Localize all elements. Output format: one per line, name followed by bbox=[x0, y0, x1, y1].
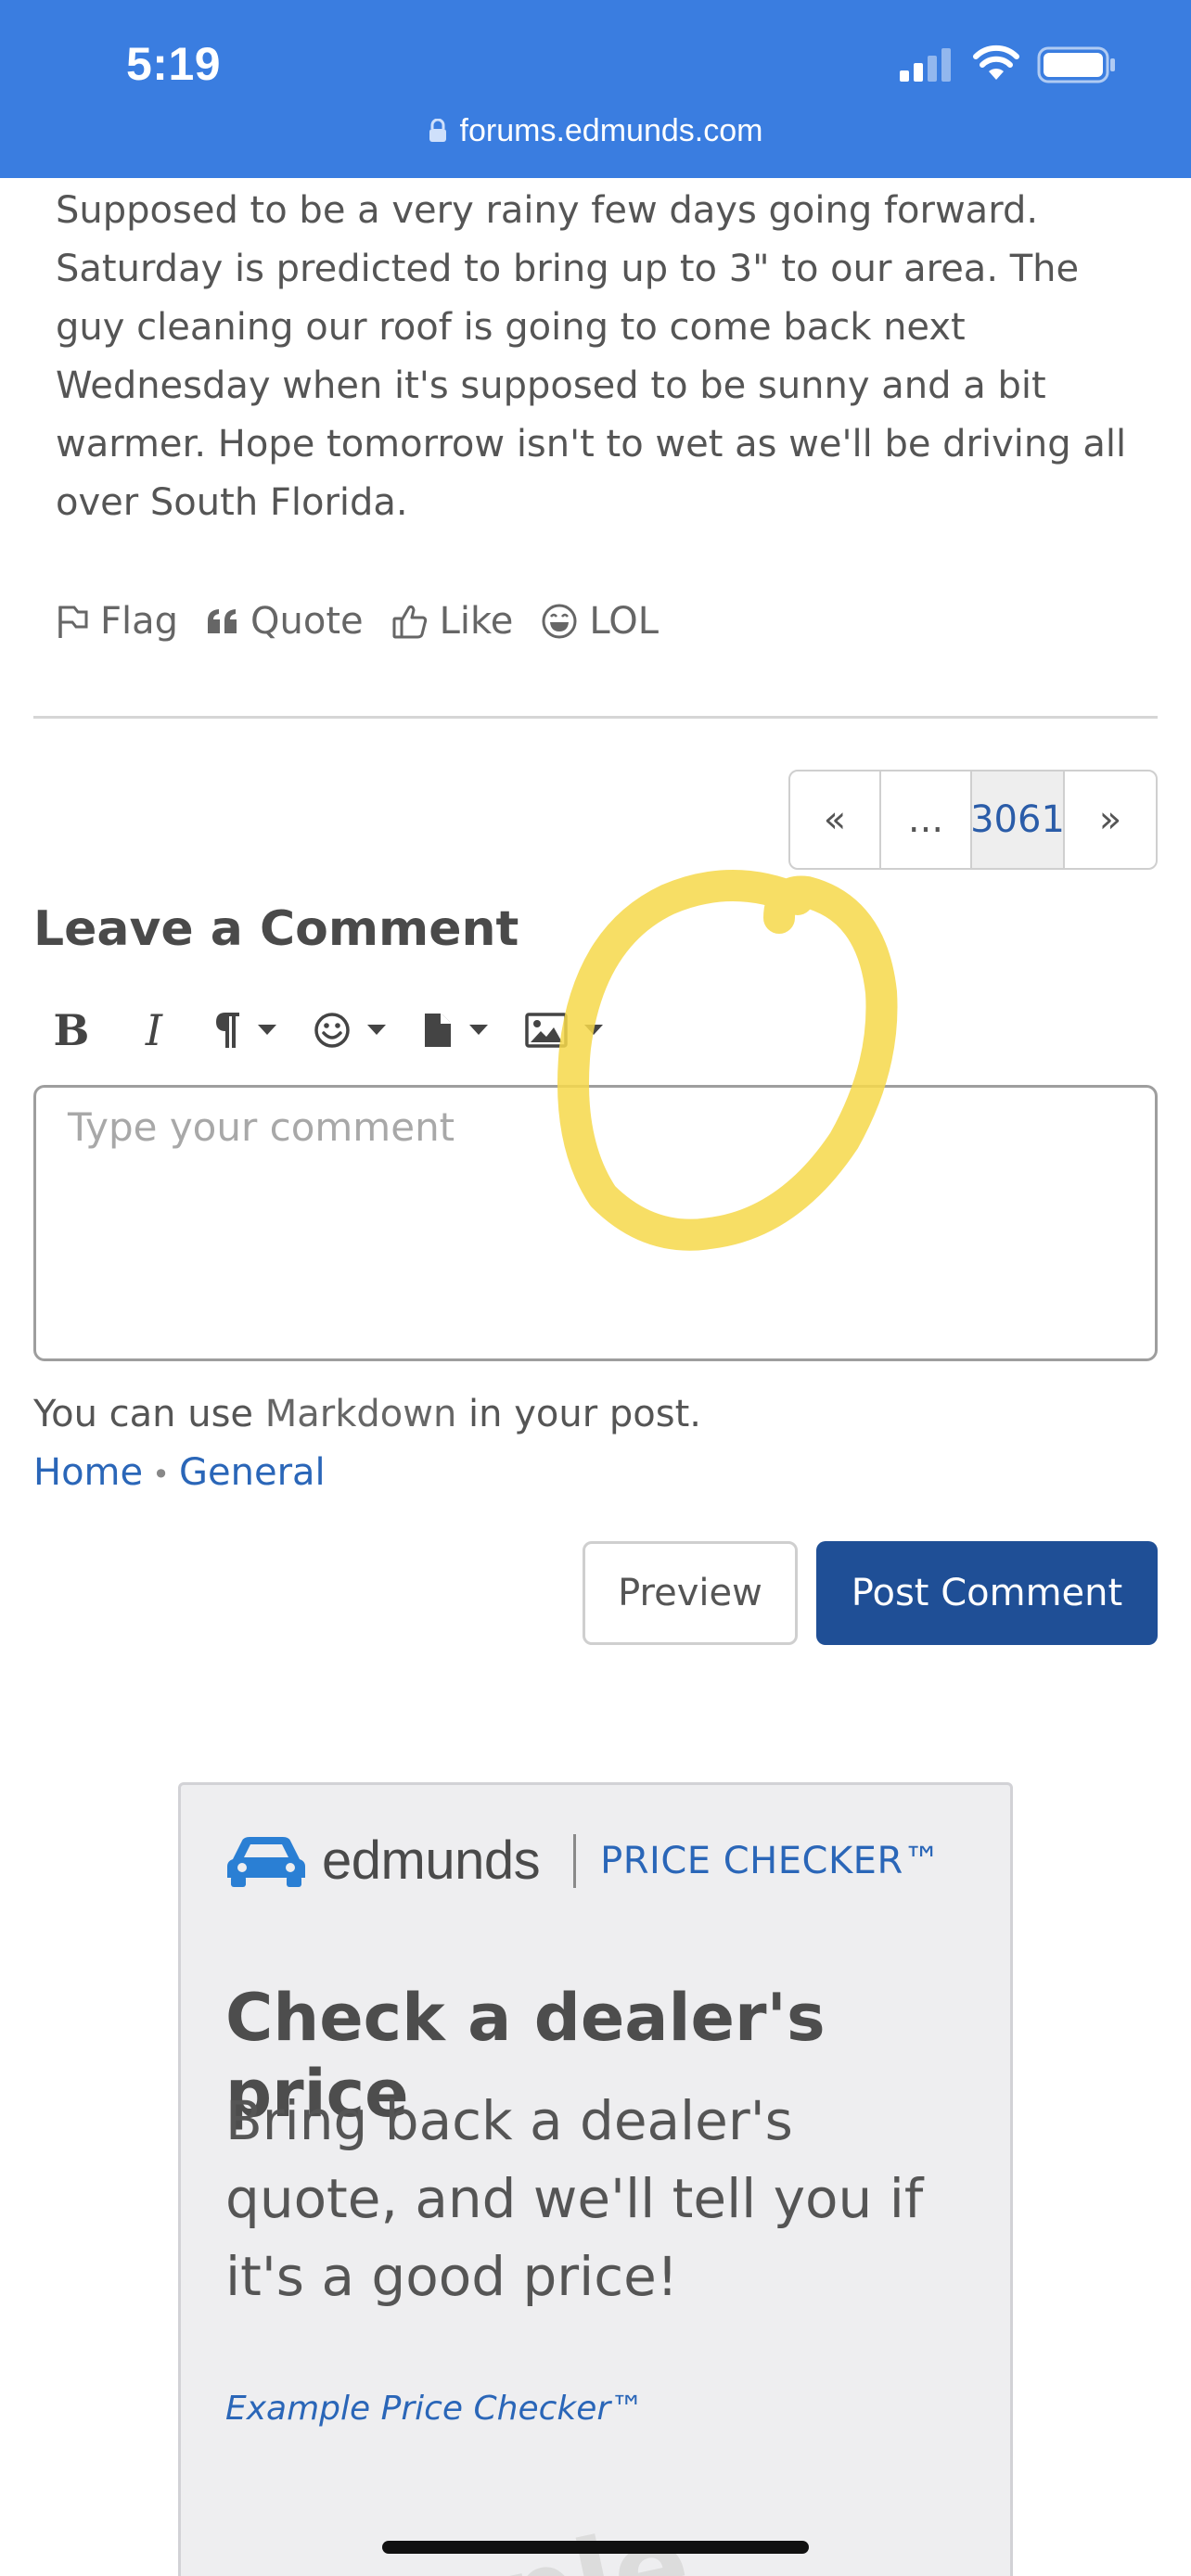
breadcrumb-separator: • bbox=[152, 1457, 170, 1492]
chevron-down-icon bbox=[584, 1025, 603, 1035]
lol-button[interactable]: LOL bbox=[541, 600, 659, 643]
ad-subtext: Bring back a dealer's quote, and we'll t… bbox=[225, 2089, 924, 2308]
pagination: « ... 3061 » bbox=[788, 770, 1158, 870]
paragraph-dropdown[interactable] bbox=[213, 1011, 276, 1050]
preview-button[interactable]: Preview bbox=[583, 1541, 798, 1645]
post-divider bbox=[33, 716, 1158, 719]
prev-page-button[interactable]: « bbox=[790, 772, 881, 868]
comment-input[interactable] bbox=[33, 1085, 1158, 1361]
emoji-dropdown[interactable] bbox=[314, 1012, 386, 1049]
home-indicator[interactable] bbox=[382, 2541, 809, 2554]
status-bar: 5:19 forums.edmunds.com bbox=[0, 0, 1191, 178]
example-price-checker-link[interactable]: Example Price Checker™ bbox=[225, 2390, 644, 2428]
markdown-note-prefix: You can use bbox=[33, 1393, 265, 1435]
ad-product-name: PRICE CHECKER™ bbox=[600, 1839, 941, 1882]
post-body: Supposed to be a very rainy few days goi… bbox=[56, 189, 1127, 524]
italic-button[interactable]: I bbox=[135, 1005, 173, 1055]
signal-icon bbox=[900, 48, 954, 85]
post-comment-button[interactable]: Post Comment bbox=[816, 1541, 1158, 1645]
address-bar[interactable]: forums.edmunds.com bbox=[0, 113, 1191, 151]
image-icon bbox=[525, 1013, 568, 1048]
markdown-note: You can use Markdown in your post. bbox=[33, 1393, 701, 1435]
flag-icon bbox=[58, 606, 88, 638]
chevron-down-icon bbox=[367, 1025, 386, 1035]
car-logo-icon bbox=[227, 1836, 305, 1887]
current-page[interactable]: 3061 bbox=[970, 772, 1065, 868]
file-dropdown[interactable] bbox=[423, 1012, 488, 1049]
like-button[interactable]: Like bbox=[391, 600, 514, 643]
flag-label: Flag bbox=[100, 600, 179, 643]
smiley-icon bbox=[314, 1013, 350, 1048]
next-page-button[interactable]: » bbox=[1065, 772, 1156, 868]
status-time: 5:19 bbox=[126, 38, 222, 90]
wifi-icon bbox=[972, 45, 1020, 85]
reaction-bar: Flag Quote Like LOL bbox=[56, 593, 686, 649]
image-dropdown[interactable] bbox=[525, 1013, 603, 1048]
markdown-link[interactable]: Markdown bbox=[265, 1393, 457, 1435]
ad-logo-row: edmunds PRICE CHECKER™ bbox=[225, 1830, 941, 1892]
breadcrumb-general[interactable]: General bbox=[179, 1451, 326, 1494]
ad-watermark: ple bbox=[485, 2499, 701, 2576]
thumbs-up-icon bbox=[392, 605, 427, 639]
like-label: Like bbox=[439, 600, 514, 643]
breadcrumb: Home • General bbox=[33, 1451, 326, 1494]
ad-logo-divider bbox=[573, 1833, 577, 1888]
markdown-note-suffix: in your post. bbox=[456, 1393, 701, 1435]
quote-icon bbox=[208, 609, 237, 633]
chevron-down-icon bbox=[258, 1025, 276, 1035]
laughing-face-icon bbox=[542, 604, 577, 639]
chevron-down-icon bbox=[469, 1025, 488, 1035]
bold-button[interactable]: B bbox=[48, 1005, 95, 1055]
ad-brand: edmunds bbox=[322, 1830, 541, 1891]
file-icon bbox=[425, 1014, 451, 1047]
url-text: forums.edmunds.com bbox=[459, 113, 763, 148]
breadcrumb-home[interactable]: Home bbox=[33, 1451, 143, 1494]
battery-icon bbox=[1037, 46, 1117, 87]
quote-label: Quote bbox=[250, 600, 364, 643]
price-checker-ad[interactable]: edmunds PRICE CHECKER™ Check a dealer's … bbox=[178, 1782, 1013, 2576]
flag-button[interactable]: Flag bbox=[56, 600, 178, 643]
lol-label: LOL bbox=[589, 600, 660, 643]
editor-toolbar: B I bbox=[33, 1000, 640, 1061]
quote-button[interactable]: Quote bbox=[206, 600, 364, 643]
lock-icon bbox=[429, 115, 447, 151]
paragraph-icon bbox=[216, 1013, 239, 1048]
comment-section-title: Leave a Comment bbox=[33, 901, 519, 957]
page-ellipsis[interactable]: ... bbox=[881, 772, 972, 868]
